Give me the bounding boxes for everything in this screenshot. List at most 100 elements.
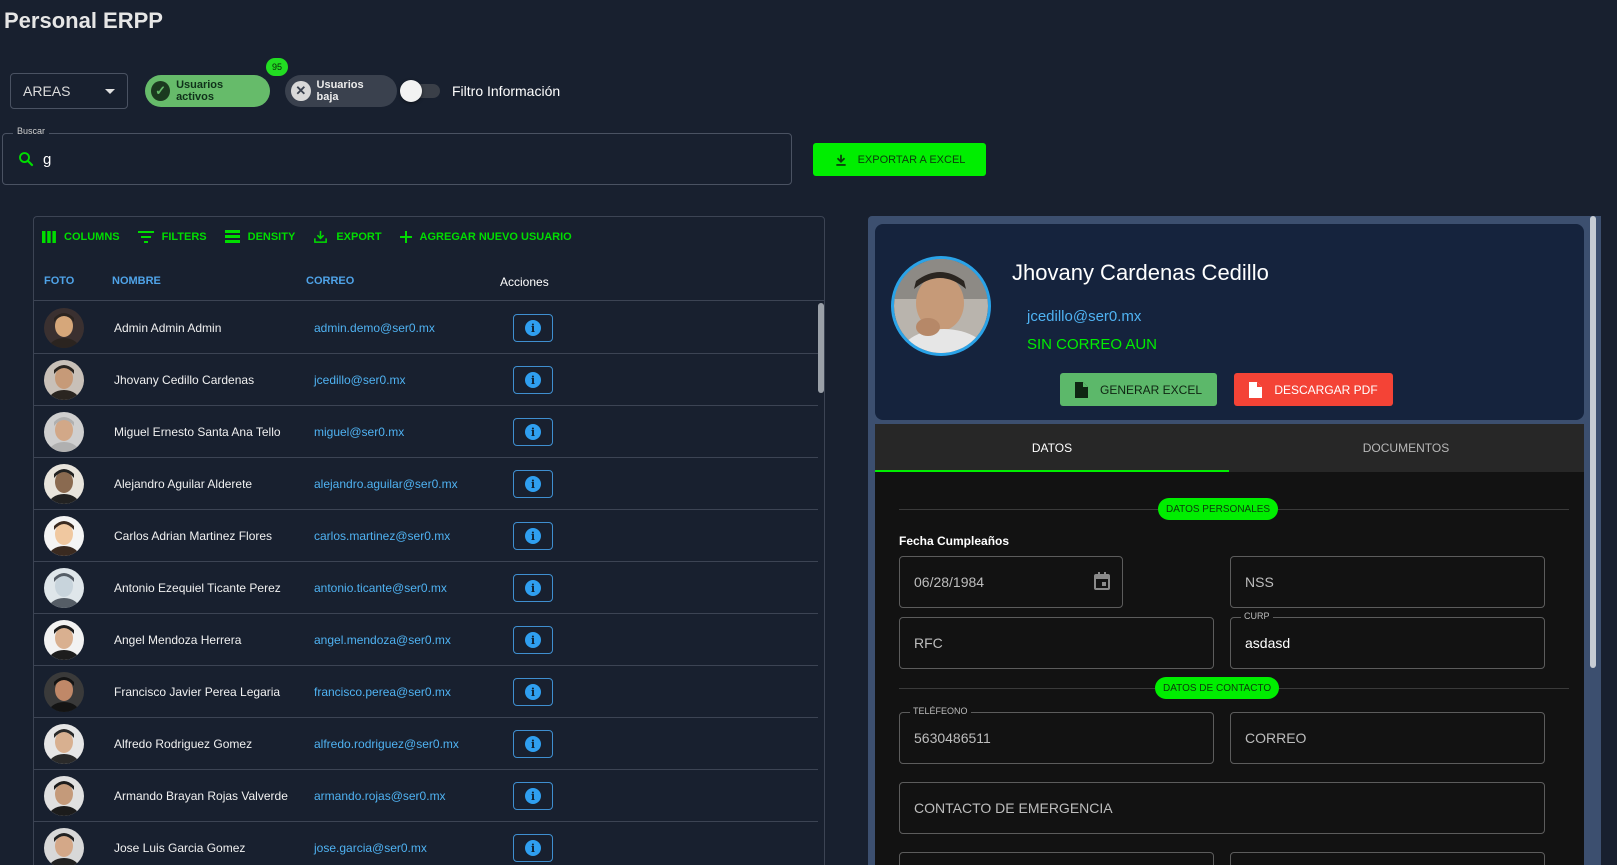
section-contact-pill: DATOS DE CONTACTO: [1155, 677, 1280, 699]
user-email[interactable]: jcedillo@ser0.mx: [314, 373, 406, 387]
avatar: [44, 516, 84, 556]
info-button[interactable]: i: [513, 522, 553, 550]
density-button[interactable]: DENSITY: [224, 229, 295, 244]
filters-button[interactable]: FILTERS: [137, 229, 207, 244]
users-grid: COLUMNS FILTERS DENSITY EXPORT AGREGAR N…: [33, 216, 825, 865]
info-button[interactable]: i: [513, 678, 553, 706]
table-row[interactable]: Jose Luis Garcia Gomez jose.garcia@ser0.m…: [34, 822, 818, 865]
user-email[interactable]: alfredo.rodriguez@ser0.mx: [314, 737, 459, 751]
generate-excel-button[interactable]: GENERAR EXCEL: [1060, 373, 1217, 406]
user-email[interactable]: jose.garcia@ser0.mx: [314, 841, 427, 855]
header-foto[interactable]: FOTO: [44, 275, 74, 287]
avatar: [44, 724, 84, 764]
user-name: Alfredo Rodriguez Gomez: [114, 737, 253, 751]
columns-icon: [42, 230, 56, 243]
areas-select-label: AREAS: [23, 83, 71, 99]
user-name: Carlos Adrian Martinez Flores: [114, 529, 273, 543]
columns-button[interactable]: COLUMNS: [42, 229, 120, 244]
table-row[interactable]: Francisco Javier Perea Legaria francisco.…: [34, 666, 818, 718]
info-button[interactable]: i: [513, 730, 553, 758]
user-name: Armando Brayan Rojas Valverde: [114, 789, 288, 803]
grid-scrollbar[interactable]: [818, 303, 824, 393]
nss-field[interactable]: NSS: [1230, 556, 1545, 608]
table-row[interactable]: Jhovany Cedillo Cardenas jcedillo@ser0.mx…: [34, 354, 818, 406]
density-icon: [224, 230, 240, 243]
add-user-button[interactable]: AGREGAR NUEVO USUARIO: [399, 229, 572, 244]
table-row[interactable]: Angel Mendoza Herrera angel.mendoza@ser0.…: [34, 614, 818, 666]
calendar-icon[interactable]: [1094, 572, 1110, 590]
plus-icon: [399, 230, 412, 243]
section-personal-pill: DATOS PERSONALES: [1158, 498, 1279, 520]
download-pdf-button[interactable]: DESCARGAR PDF: [1234, 373, 1393, 406]
user-email[interactable]: carlos.martinez@ser0.mx: [314, 529, 450, 543]
detail-scrollbar[interactable]: [1590, 216, 1596, 668]
active-users-label: Usuarios activos: [176, 79, 224, 103]
header-nombre[interactable]: NOMBRE: [112, 275, 161, 287]
table-row[interactable]: Antonio Ezequiel Ticante Perez antonio.ti…: [34, 562, 818, 614]
info-button[interactable]: i: [513, 470, 553, 498]
active-users-chip[interactable]: ✓ Usuarios activos: [145, 75, 270, 107]
info-filter-toggle[interactable]: [400, 78, 444, 104]
avatar: [44, 672, 84, 712]
user-name: Jose Luis Garcia Gomez: [114, 841, 246, 855]
birthday-field[interactable]: 06/28/1984: [899, 556, 1123, 608]
export-button[interactable]: EXPORT: [313, 229, 382, 244]
info-button[interactable]: i: [513, 574, 553, 602]
correo-field[interactable]: CORREO: [1230, 712, 1545, 764]
rfc-field[interactable]: RFC: [899, 617, 1214, 669]
export-excel-label: EXPORTAR A EXCEL: [857, 153, 966, 166]
info-button[interactable]: i: [513, 366, 553, 394]
info-button[interactable]: i: [513, 782, 553, 810]
header-correo[interactable]: CORREO: [306, 275, 354, 287]
user-name: Antonio Ezequiel Ticante Perez: [114, 581, 281, 595]
export-excel-button[interactable]: EXPORTAR A EXCEL: [813, 143, 986, 176]
search-input[interactable]: [43, 146, 763, 172]
extra-field-right[interactable]: [1230, 852, 1545, 865]
search-field[interactable]: Buscar: [2, 126, 792, 185]
table-row[interactable]: Alfredo Rodriguez Gomez alfredo.rodriguez…: [34, 718, 818, 770]
info-button[interactable]: i: [513, 418, 553, 446]
tab-documentos[interactable]: DOCUMENTOS: [1229, 424, 1583, 472]
curp-value: asdasd: [1245, 635, 1291, 651]
table-row[interactable]: Miguel Ernesto Santa Ana Tello miguel@ser…: [34, 406, 818, 458]
info-icon: i: [525, 372, 541, 388]
user-email[interactable]: angel.mendoza@ser0.mx: [314, 633, 451, 647]
user-email[interactable]: alejandro.aguilar@ser0.mx: [314, 477, 458, 491]
filters-label: FILTERS: [161, 230, 207, 243]
user-email[interactable]: antonio.ticante@ser0.mx: [314, 581, 447, 595]
info-button[interactable]: i: [513, 834, 553, 862]
user-email[interactable]: admin.demo@ser0.mx: [314, 321, 435, 335]
section-contact-divider: DATOS DE CONTACTO: [899, 677, 1569, 699]
areas-select[interactable]: AREAS: [10, 73, 128, 109]
info-button[interactable]: i: [513, 626, 553, 654]
search-icon: [19, 152, 34, 167]
tab-documentos-label: DOCUMENTOS: [1362, 441, 1450, 455]
download-pdf-label: DESCARGAR PDF: [1274, 382, 1378, 397]
user-email[interactable]: armando.rojas@ser0.mx: [314, 789, 446, 803]
table-row[interactable]: Admin Admin Admin admin.demo@ser0.mx i: [34, 302, 818, 354]
filter-icon: [137, 230, 154, 243]
table-row[interactable]: Armando Brayan Rojas Valverde armando.roj…: [34, 770, 818, 822]
table-row[interactable]: Carlos Adrian Martinez Flores carlos.mart…: [34, 510, 818, 562]
phone-field[interactable]: TELÉFEONO 5630486511: [899, 706, 1214, 764]
info-icon: i: [525, 788, 541, 804]
info-button[interactable]: i: [513, 314, 553, 342]
avatar: [44, 828, 84, 865]
table-row[interactable]: Alejandro Aguilar Alderete alejandro.agui…: [34, 458, 818, 510]
user-email[interactable]: francisco.perea@ser0.mx: [314, 685, 451, 699]
birthday-value: 06/28/1984: [914, 574, 985, 590]
cancel-circle-icon: ✕: [291, 81, 311, 101]
active-users-count-badge: 95: [266, 58, 288, 76]
curp-field[interactable]: CURP asdasd: [1230, 611, 1545, 669]
profile-email[interactable]: jcedillo@ser0.mx: [1027, 308, 1141, 325]
phone-value: 5630486511: [914, 730, 991, 746]
inactive-users-chip[interactable]: ✕ Usuarios baja: [285, 75, 397, 107]
user-email[interactable]: miguel@ser0.mx: [314, 425, 404, 439]
detail-tabs: DATOS DOCUMENTOS: [875, 424, 1584, 472]
extra-field-left[interactable]: [899, 852, 1214, 865]
chevron-down-icon: [105, 88, 115, 94]
tab-datos[interactable]: DATOS: [875, 424, 1229, 472]
birthday-label: Fecha Cumpleaños: [899, 534, 1010, 548]
info-filter-label: Filtro Información: [452, 83, 561, 99]
emergency-contact-field[interactable]: CONTACTO DE EMERGENCIA: [899, 782, 1545, 834]
